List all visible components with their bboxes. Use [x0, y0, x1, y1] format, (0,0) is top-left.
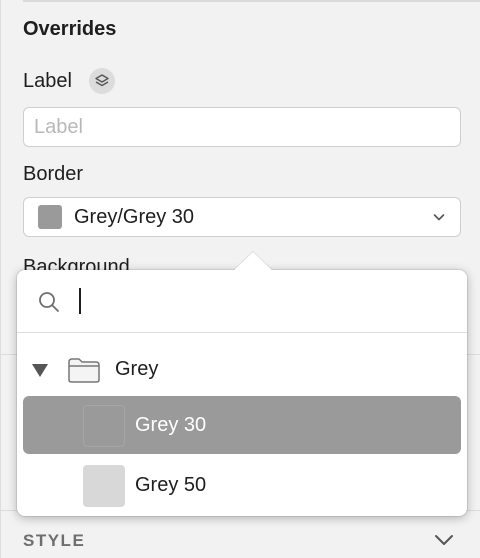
label-input[interactable] [23, 107, 461, 147]
border-field-label: Border [23, 163, 84, 185]
color-group-label: Grey [115, 358, 159, 380]
color-item-grey-30[interactable]: Grey 30 [23, 396, 461, 454]
color-swatch [83, 405, 125, 447]
color-group-grey[interactable]: Grey [17, 342, 467, 398]
section-divider [23, 0, 480, 2]
text-caret [79, 288, 81, 314]
border-color-select[interactable]: Grey/Grey 30 [23, 197, 461, 237]
chevron-down-icon [433, 214, 445, 221]
chevron-down-icon [435, 535, 453, 545]
color-search-bar [17, 270, 467, 333]
color-swatch [83, 465, 125, 507]
color-item-label: Grey 30 [135, 414, 207, 436]
border-color-value: Grey/Grey 30 [74, 205, 195, 228]
layers-icon[interactable] [89, 68, 115, 94]
style-section-header[interactable]: STYLE [1, 510, 480, 558]
border-color-swatch [38, 205, 62, 229]
overrides-title: Overrides [23, 18, 117, 40]
color-picker-popover: Grey Grey 30 Grey 50 [17, 252, 467, 516]
color-search-input[interactable] [77, 284, 451, 320]
disclosure-triangle-icon[interactable] [31, 362, 49, 378]
folder-icon [68, 358, 100, 383]
search-icon [39, 292, 59, 312]
inspector-panel: Overrides Label Border Grey/Grey 30 Back… [0, 0, 480, 558]
style-section-label: STYLE [23, 531, 86, 550]
color-item-label: Grey 50 [135, 474, 207, 496]
color-item-grey-50[interactable]: Grey 50 [23, 456, 461, 514]
popover-arrow [233, 252, 273, 271]
label-field-label: Label [23, 70, 72, 92]
